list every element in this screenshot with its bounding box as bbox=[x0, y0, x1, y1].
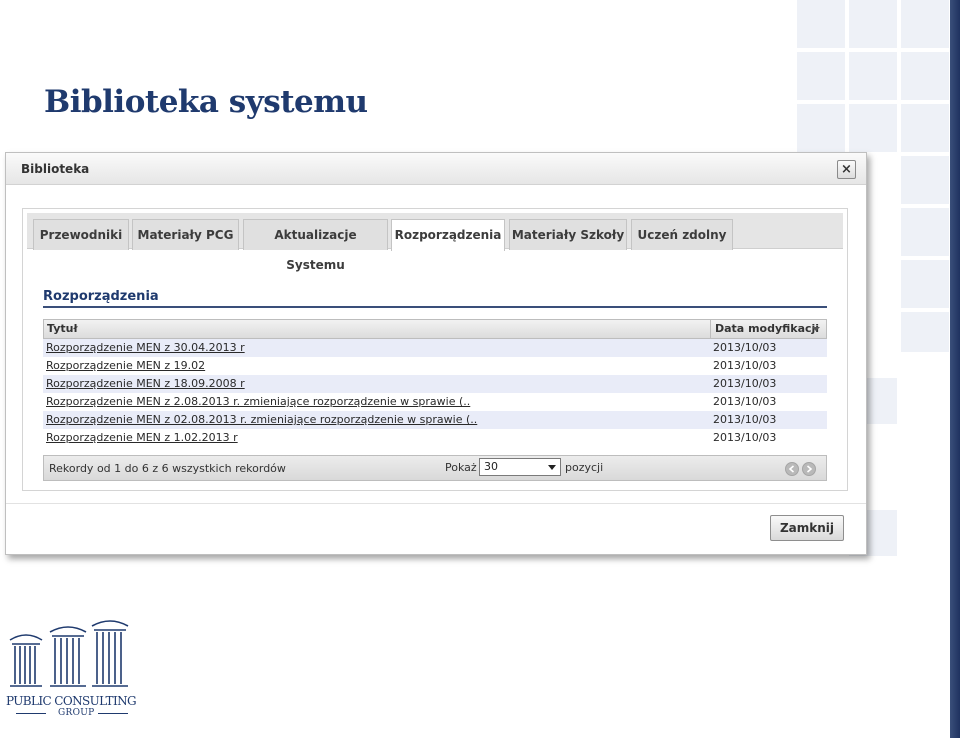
tile bbox=[797, 0, 845, 48]
column-header-date[interactable]: Data modyfikacji bbox=[710, 320, 826, 338]
logo-rule-left bbox=[16, 713, 46, 714]
section-title: Rozporządzenia bbox=[43, 289, 159, 304]
documents-table: Tytuł Data modyfikacji Rozporządzenie ME… bbox=[43, 319, 827, 447]
library-dialog: Biblioteka × Przewodniki Materiały PCG A… bbox=[5, 152, 867, 555]
tile bbox=[901, 156, 949, 204]
tile bbox=[901, 208, 949, 256]
column-header-title[interactable]: Tytuł bbox=[47, 322, 78, 335]
row-date: 2013/10/03 bbox=[713, 431, 777, 444]
table-row: Rozporządzenie MEN z 2.08.2013 r. zmieni… bbox=[43, 393, 827, 411]
table-row: Rozporządzenie MEN z 1.02.2013 r 2013/10… bbox=[43, 429, 827, 447]
tile bbox=[901, 312, 949, 352]
records-count: Rekordy od 1 do 6 z 6 wszystkich rekordó… bbox=[49, 462, 286, 475]
logo-rule-right bbox=[98, 713, 128, 714]
table-pager: Rekordy od 1 do 6 z 6 wszystkich rekordó… bbox=[43, 455, 827, 481]
close-icon[interactable]: × bbox=[837, 160, 856, 179]
page-size-select[interactable]: 30 bbox=[479, 458, 561, 476]
row-date: 2013/10/03 bbox=[713, 341, 777, 354]
footer-divider bbox=[6, 503, 866, 504]
tab-rozporzadzenia[interactable]: Rozporządzenia bbox=[391, 219, 505, 251]
tab-przewodniki[interactable]: Przewodniki bbox=[33, 219, 129, 250]
close-button[interactable]: Zamknij bbox=[770, 515, 844, 541]
logo-text-line2: GROUP bbox=[58, 708, 95, 718]
tab-bar: Przewodniki Materiały PCG Aktualizacje S… bbox=[27, 213, 843, 272]
next-page-icon[interactable] bbox=[802, 462, 816, 476]
row-title-link[interactable]: Rozporządzenie MEN z 30.04.2013 r bbox=[46, 339, 245, 357]
tab-materialy-szkoly[interactable]: Materiały Szkoły bbox=[509, 219, 627, 250]
select-arrow-icon bbox=[548, 465, 556, 470]
row-date: 2013/10/03 bbox=[713, 413, 777, 426]
prev-page-icon[interactable] bbox=[785, 462, 799, 476]
tile bbox=[901, 104, 949, 152]
tile bbox=[797, 52, 845, 100]
column-header-date-label: Data modyfikacji bbox=[715, 322, 820, 335]
table-row: Rozporządzenie MEN z 18.09.2008 r 2013/1… bbox=[43, 375, 827, 393]
dialog-body: Przewodniki Materiały PCG Aktualizacje S… bbox=[22, 208, 848, 491]
row-title-link[interactable]: Rozporządzenie MEN z 19.02 bbox=[46, 357, 205, 375]
page-size-label: Pokaż bbox=[445, 461, 477, 474]
pcg-logo-columns-icon bbox=[9, 620, 129, 687]
logo-text-line1: PUBLIC CONSULTING bbox=[6, 694, 137, 708]
page-title: Biblioteka systemu bbox=[44, 84, 368, 120]
tab-materialy-pcg[interactable]: Materiały PCG bbox=[132, 219, 239, 250]
row-date: 2013/10/03 bbox=[713, 377, 777, 390]
tab-aktualizacje-systemu[interactable]: Aktualizacje Systemu bbox=[243, 219, 388, 272]
tile bbox=[901, 0, 949, 48]
table-row: Rozporządzenie MEN z 02.08.2013 r. zmien… bbox=[43, 411, 827, 429]
row-title-link[interactable]: Rozporządzenie MEN z 18.09.2008 r bbox=[46, 375, 245, 393]
row-date: 2013/10/03 bbox=[713, 359, 777, 372]
tile bbox=[797, 104, 845, 152]
tab-uczen-zdolny[interactable]: Uczeń zdolny bbox=[631, 219, 733, 250]
row-date: 2013/10/03 bbox=[713, 395, 777, 408]
tile bbox=[849, 52, 897, 100]
section-divider bbox=[43, 306, 827, 308]
table-row: Rozporządzenie MEN z 30.04.2013 r 2013/1… bbox=[43, 339, 827, 357]
page-size-value: 30 bbox=[484, 460, 498, 473]
edge-bar bbox=[950, 0, 960, 738]
table-row: Rozporządzenie MEN z 19.02 2013/10/03 bbox=[43, 357, 827, 375]
row-title-link[interactable]: Rozporządzenie MEN z 1.02.2013 r bbox=[46, 429, 238, 447]
tile bbox=[849, 0, 897, 48]
pcg-logo: PUBLIC CONSULTING GROUP bbox=[6, 618, 137, 718]
table-header: Tytuł Data modyfikacji bbox=[43, 319, 827, 339]
sort-desc-icon bbox=[812, 327, 820, 331]
tile bbox=[849, 104, 897, 152]
tile bbox=[901, 260, 949, 308]
row-title-link[interactable]: Rozporządzenie MEN z 2.08.2013 r. zmieni… bbox=[46, 393, 470, 411]
row-title-link[interactable]: Rozporządzenie MEN z 02.08.2013 r. zmien… bbox=[46, 411, 477, 429]
dialog-title: Biblioteka bbox=[21, 162, 90, 176]
positions-label: pozycji bbox=[565, 461, 604, 474]
tile bbox=[901, 52, 949, 100]
dialog-header: Biblioteka × bbox=[6, 153, 866, 185]
